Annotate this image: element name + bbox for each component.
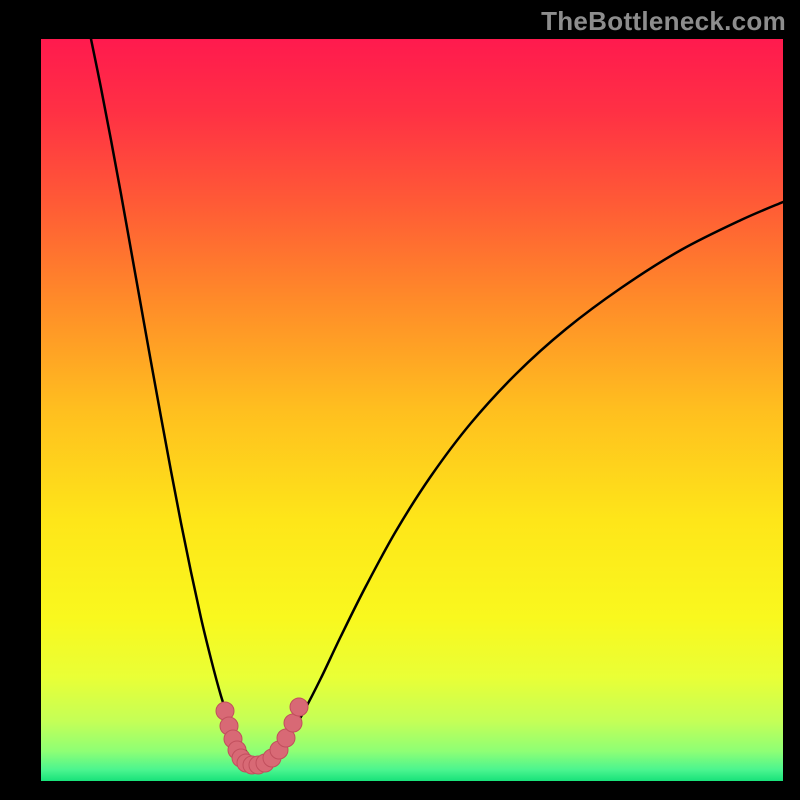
marker-dot <box>284 714 302 732</box>
watermark-text: TheBottleneck.com <box>541 6 786 37</box>
chart-frame: TheBottleneck.com <box>0 0 800 800</box>
chart-svg <box>41 39 783 781</box>
plot-area <box>41 39 783 781</box>
marker-dot <box>290 698 308 716</box>
